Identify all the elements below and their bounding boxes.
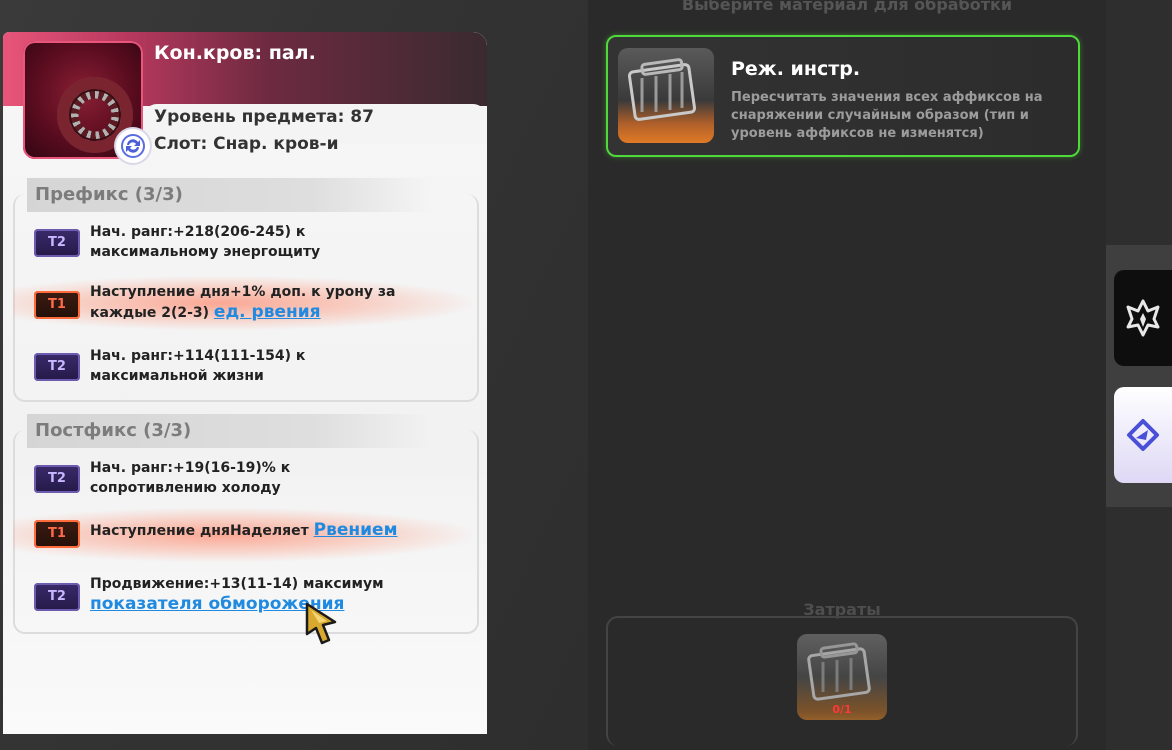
item-level: Уровень предмета: 87 xyxy=(154,107,374,127)
mouse-cursor-icon xyxy=(303,600,343,652)
material-option-card[interactable]: Реж. инстр. Пересчитать значения всех аф… xyxy=(606,35,1080,157)
tier-badge: T1 xyxy=(34,520,80,548)
cost-count: 0/1 xyxy=(832,703,852,716)
prefix-affix-2: Наступление дня+1% доп. к урону за кажды… xyxy=(90,282,420,323)
affix-text: Нач. ранг:+218(206-245) к максимальному … xyxy=(90,224,321,260)
tier-badge: T1 xyxy=(34,291,80,319)
prefix-title: Префикс (3/3) xyxy=(27,178,433,212)
tier-badge: T2 xyxy=(34,353,80,381)
tool-kit-icon xyxy=(618,48,714,143)
material-panel-title: Выберите материал для обработки xyxy=(681,0,1013,14)
suffix-affix-2: Наступление дняНаделяет Рвением xyxy=(90,520,420,541)
crest-emblem-icon xyxy=(1126,299,1160,337)
prefix-affix-1: Нач. ранг:+218(206-245) к максимальному … xyxy=(90,222,420,262)
affix-text: Наступление дняНаделяет xyxy=(90,523,314,539)
tab-crafting-light[interactable] xyxy=(1114,387,1172,483)
item-slot: Слот: Снар. кров-и xyxy=(154,134,339,154)
item-name: Кон.кров: пал. xyxy=(154,42,316,64)
affix-keyword-link[interactable]: Рвением xyxy=(314,520,398,540)
affix-text: Продвижение:+13(11-14) максимум xyxy=(90,576,384,592)
tier-badge: T2 xyxy=(34,583,80,611)
prefix-affix-3: Нач. ранг:+114(111-154) к максимальной ж… xyxy=(90,346,420,386)
compass-rune-icon xyxy=(1127,419,1159,451)
affix-keyword-link[interactable]: ед. рвения xyxy=(214,302,321,322)
material-description: Пересчитать значения всех аффиксов на сн… xyxy=(731,90,1043,141)
tier-badge: T2 xyxy=(34,229,80,257)
suffix-affix-3: Продвижение:+13(11-14) максимум показате… xyxy=(90,574,420,615)
material-name: Реж. инстр. xyxy=(731,58,861,80)
tab-crafting-dark[interactable] xyxy=(1114,270,1172,366)
suffix-title: Постфикс (3/3) xyxy=(27,414,433,448)
affix-text: Нач. ранг:+114(111-154) к максимальной ж… xyxy=(90,348,306,384)
suffix-affix-1: Нач. ранг:+19(16-19)% к сопротивлению хо… xyxy=(90,458,420,498)
affix-text: Нач. ранг:+19(16-19)% к сопротивлению хо… xyxy=(90,460,291,496)
sync-icon[interactable] xyxy=(116,129,150,163)
item-card: Кон.кров: пал. Уровень предмета: 87 Слот… xyxy=(3,32,487,734)
tier-badge: T2 xyxy=(34,465,80,493)
